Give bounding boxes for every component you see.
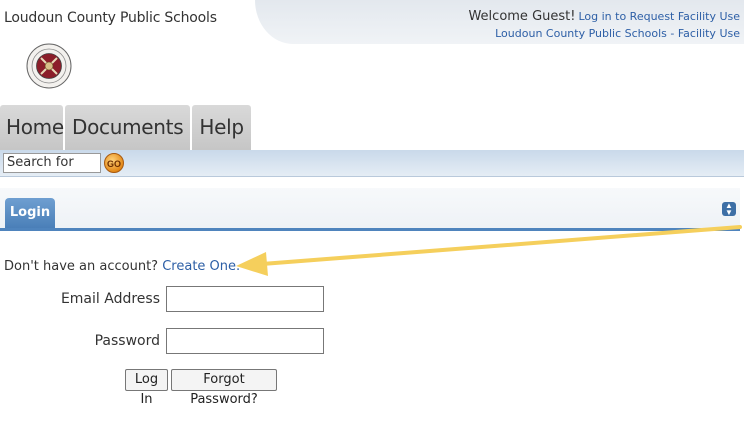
password-row: Password <box>0 328 160 356</box>
email-row: Email Address <box>0 286 160 314</box>
log-in-button[interactable]: Log In <box>125 369 168 407</box>
password-label: Password <box>94 333 160 349</box>
email-label: Email Address <box>60 291 160 307</box>
collapse-toggle-icon[interactable]: ▲ ▼ <box>722 202 736 217</box>
forgot-password-button[interactable]: Forgot Password? <box>171 369 277 407</box>
create-account-link[interactable]: Create One. <box>162 259 240 274</box>
tab-login[interactable]: Login <box>5 198 55 228</box>
nav-tab-home[interactable]: Home <box>0 105 64 150</box>
org-name: Loudoun County Public Schools <box>4 10 217 26</box>
facility-use-link[interactable]: Loudoun County Public Schools - Facility… <box>495 27 740 40</box>
search-input[interactable]: Search for <box>3 153 101 173</box>
password-field[interactable] <box>166 328 324 354</box>
search-bar: Search for GO <box>0 150 744 177</box>
main-nav: Home Documents Help <box>0 105 251 150</box>
panel-header: Login ▲ ▼ <box>0 188 740 231</box>
welcome-line: Welcome Guest! Log in to Request Facility… <box>468 9 740 24</box>
school-seal-logo[interactable] <box>26 43 72 89</box>
page-header: Loudoun County Public Schools Welcome Gu… <box>0 0 744 100</box>
welcome-text: Welcome Guest! <box>468 9 576 24</box>
search-go-button[interactable]: GO <box>104 153 124 173</box>
nav-tab-help[interactable]: Help <box>192 105 251 150</box>
signup-prompt-text: Don't have an account? <box>4 259 159 274</box>
login-panel: Login ▲ ▼ Don't have an account? Create O… <box>0 188 744 438</box>
nav-tab-documents[interactable]: Documents <box>65 105 191 150</box>
signup-prompt: Don't have an account? Create One. <box>4 259 240 274</box>
email-field[interactable] <box>166 286 324 312</box>
login-request-link[interactable]: Log in to Request Facility Use <box>578 10 740 23</box>
